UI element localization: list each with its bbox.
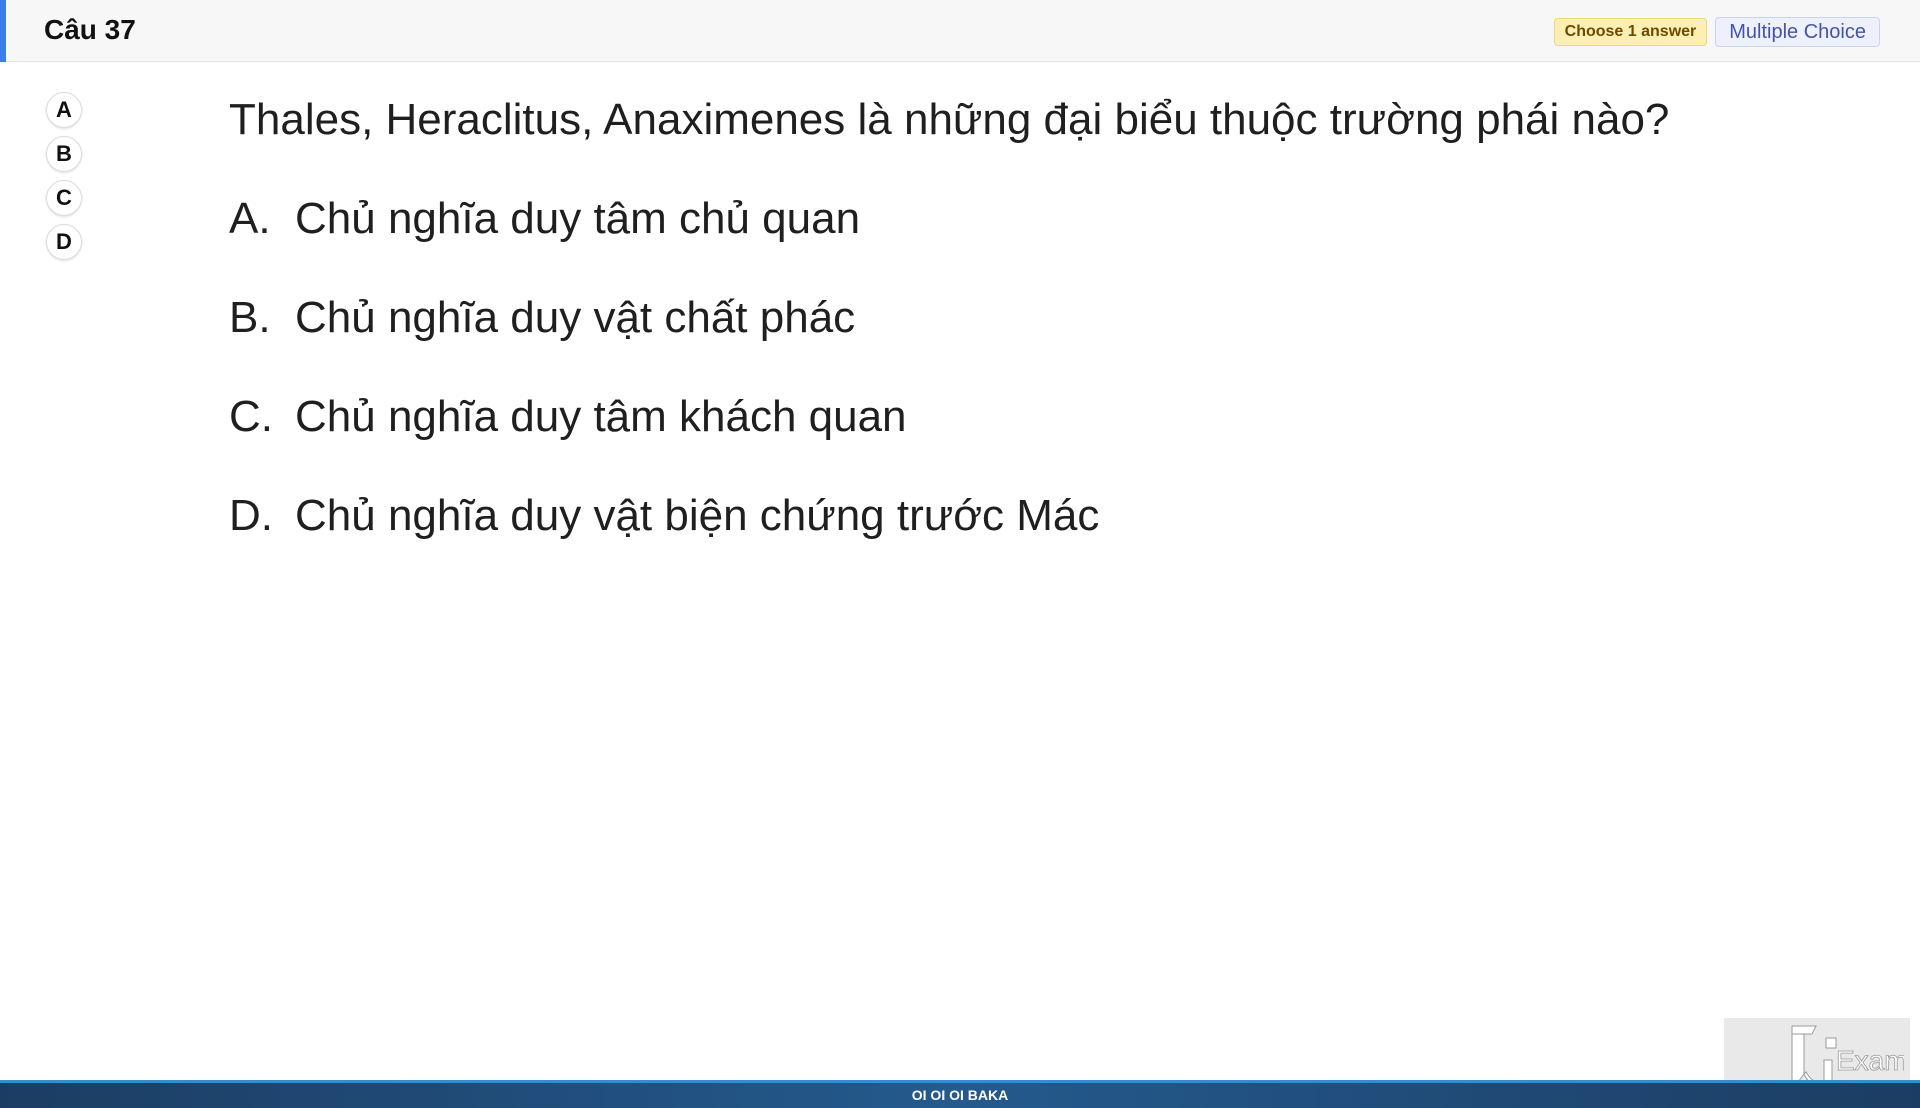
option-text: Chủ nghĩa duy vật chất phác [295, 293, 856, 342]
option-letter: B. [229, 293, 271, 342]
option-text: Chủ nghĩa duy vật biện chứng trước Mác [295, 491, 1100, 540]
option-letter: D. [229, 491, 273, 540]
header-accent-bar [0, 0, 6, 62]
option-c: C. Chủ nghĩa duy tâm khách quan [229, 389, 1669, 445]
footer-bar: OI OI OI BAKA [0, 1080, 1920, 1108]
answer-button-a[interactable]: A [46, 92, 82, 128]
footer-text: OI OI OI BAKA [911, 1087, 1009, 1103]
question-text: Thales, Heraclitus, Anaximenes là những … [229, 95, 1670, 144]
answer-button-b[interactable]: B [46, 136, 82, 172]
option-a: A. Chủ nghĩa duy tâm chủ quan [229, 191, 1669, 247]
answer-button-c[interactable]: C [46, 180, 82, 216]
answer-button-d[interactable]: D [46, 224, 82, 260]
question-header: Câu 37 Choose 1 answer Multiple Choice [0, 0, 1920, 62]
question-type-badge: Multiple Choice [1715, 17, 1880, 47]
option-text: Chủ nghĩa duy tâm chủ quan [295, 194, 861, 243]
option-letter: A. [229, 194, 271, 243]
question-badges: Choose 1 answer Multiple Choice [1553, 17, 1880, 47]
option-letter: C. [229, 392, 273, 441]
question-content: Thales, Heraclitus, Anaximenes là những … [229, 92, 1669, 587]
option-b: B. Chủ nghĩa duy vật chất phác [229, 290, 1669, 346]
question-number: Câu 37 [44, 14, 136, 45]
choose-answer-badge: Choose 1 answer [1553, 18, 1708, 46]
logo-text: Exam [1836, 1045, 1904, 1076]
answer-selector: A B C D [46, 92, 82, 260]
option-text: Chủ nghĩa duy tâm khách quan [295, 392, 907, 441]
option-d: D. Chủ nghĩa duy vật biện chứng trước Mác [229, 488, 1669, 544]
